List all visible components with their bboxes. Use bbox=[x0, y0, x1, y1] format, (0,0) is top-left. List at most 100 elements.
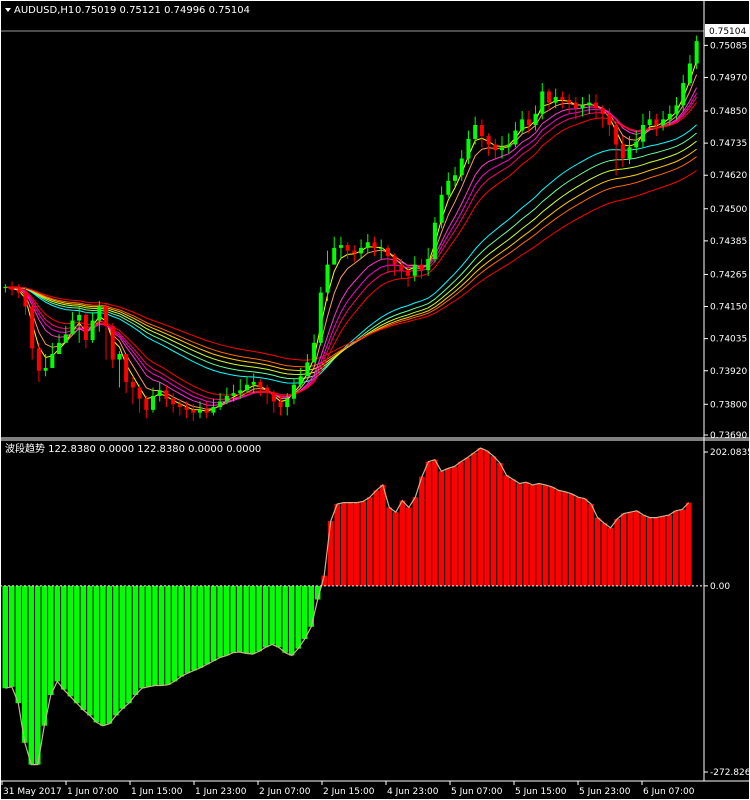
histogram-bar bbox=[139, 585, 145, 689]
price-tick-label: 0.73690 bbox=[710, 431, 747, 441]
candle-body bbox=[453, 175, 458, 181]
candle-body bbox=[305, 362, 310, 377]
candle-body bbox=[244, 384, 249, 391]
histogram-bar bbox=[477, 448, 484, 586]
candle-body bbox=[57, 342, 62, 354]
histogram-bar bbox=[347, 502, 354, 586]
candle-body bbox=[687, 63, 692, 84]
histogram-bar bbox=[666, 514, 672, 586]
candle-body bbox=[265, 387, 270, 394]
histogram-bar bbox=[445, 468, 451, 586]
candle-body bbox=[520, 119, 525, 131]
candle-body bbox=[30, 306, 35, 349]
histogram-bar bbox=[152, 585, 158, 686]
histogram-bar bbox=[588, 504, 594, 586]
histogram-bar bbox=[529, 484, 536, 586]
histogram-bar bbox=[432, 459, 438, 586]
histogram-bar bbox=[9, 585, 15, 687]
chevron-down-icon[interactable] bbox=[5, 8, 11, 12]
symbol-label: AUDUSD,H1 bbox=[14, 5, 74, 16]
candle-body bbox=[499, 147, 505, 151]
histogram-bar bbox=[119, 585, 126, 709]
candle-body bbox=[97, 306, 102, 321]
histogram-bar bbox=[28, 585, 35, 765]
candle-body bbox=[10, 286, 15, 290]
candle-body bbox=[184, 407, 189, 410]
candle-body bbox=[681, 83, 686, 106]
histogram-bar bbox=[555, 490, 562, 586]
candle-body bbox=[278, 401, 283, 408]
candle-body bbox=[553, 97, 558, 103]
time-tick-label: 31 May 2017 bbox=[3, 787, 62, 797]
histogram-bar bbox=[458, 461, 464, 586]
candle-body bbox=[285, 398, 290, 408]
candle-body bbox=[372, 242, 377, 248]
candle-body bbox=[406, 270, 411, 276]
histogram-bar bbox=[627, 512, 633, 586]
histogram-bar bbox=[327, 521, 334, 586]
candle-body bbox=[385, 247, 390, 257]
histogram-bar bbox=[158, 585, 165, 686]
candle-body bbox=[332, 247, 337, 265]
candle-body bbox=[580, 105, 585, 109]
candle-body bbox=[3, 286, 8, 288]
price-tick-label: 0.74385 bbox=[710, 237, 747, 247]
candle-body bbox=[473, 124, 478, 139]
histogram-bar bbox=[373, 490, 380, 586]
ma-line bbox=[5, 140, 697, 376]
candle-body bbox=[150, 395, 156, 410]
time-tick-label: 6 Jun 07:00 bbox=[643, 787, 695, 797]
histogram-bar bbox=[106, 585, 113, 724]
candle-body bbox=[144, 398, 149, 410]
candle-body bbox=[251, 381, 256, 385]
histogram-bar bbox=[113, 585, 119, 716]
histogram-bar bbox=[490, 456, 497, 586]
candle-body bbox=[506, 144, 511, 148]
candle-body bbox=[614, 124, 619, 145]
histogram-bar bbox=[80, 585, 87, 711]
histogram-bar bbox=[679, 509, 685, 586]
histogram-bar bbox=[685, 502, 692, 586]
price-tick-label: 0.74150 bbox=[710, 303, 747, 313]
ma-line bbox=[5, 97, 698, 401]
candle-body bbox=[50, 354, 55, 368]
time-tick-label: 1 Jun 15:00 bbox=[131, 787, 183, 797]
histogram-bar bbox=[568, 493, 575, 586]
histogram-bar bbox=[406, 507, 412, 586]
candle-body bbox=[486, 136, 491, 145]
candle-body bbox=[16, 289, 21, 293]
time-tick-label: 4 Jun 23:00 bbox=[387, 787, 439, 797]
candle-body bbox=[634, 141, 639, 148]
ma-line bbox=[5, 74, 698, 410]
histogram-bar bbox=[653, 517, 659, 586]
candle-body bbox=[43, 367, 48, 371]
histogram-bar bbox=[354, 502, 360, 586]
indicator-tick-label: 202.0835 bbox=[710, 448, 750, 458]
candle-body bbox=[204, 409, 209, 413]
candle-body bbox=[567, 99, 572, 103]
candle-body bbox=[124, 354, 129, 382]
candle-body bbox=[412, 264, 417, 276]
candle-body bbox=[620, 144, 625, 159]
histogram-bar bbox=[197, 585, 204, 668]
candle-body bbox=[291, 384, 296, 399]
chart-border bbox=[0, 0, 750, 800]
candle-body bbox=[231, 393, 236, 396]
candle-body bbox=[211, 407, 216, 413]
histogram-bar bbox=[523, 482, 529, 586]
histogram-bar bbox=[399, 500, 406, 586]
histogram-bar bbox=[614, 519, 620, 586]
histogram-bars bbox=[2, 448, 692, 765]
candle-body bbox=[191, 409, 196, 413]
candle-body bbox=[171, 398, 176, 405]
candle-body bbox=[117, 354, 122, 360]
candle-body bbox=[674, 105, 679, 114]
chart-header: AUDUSD,H1 0.75019 0.75121 0.74996 0.7510… bbox=[5, 5, 250, 16]
histogram-bar bbox=[536, 483, 542, 586]
histogram-bar bbox=[48, 585, 54, 696]
candle-body bbox=[325, 264, 330, 293]
histogram-bar bbox=[575, 497, 581, 586]
time-tick-label: 5 Jun 15:00 bbox=[515, 787, 567, 797]
candle-body bbox=[466, 138, 471, 159]
histogram-bar bbox=[126, 585, 132, 704]
